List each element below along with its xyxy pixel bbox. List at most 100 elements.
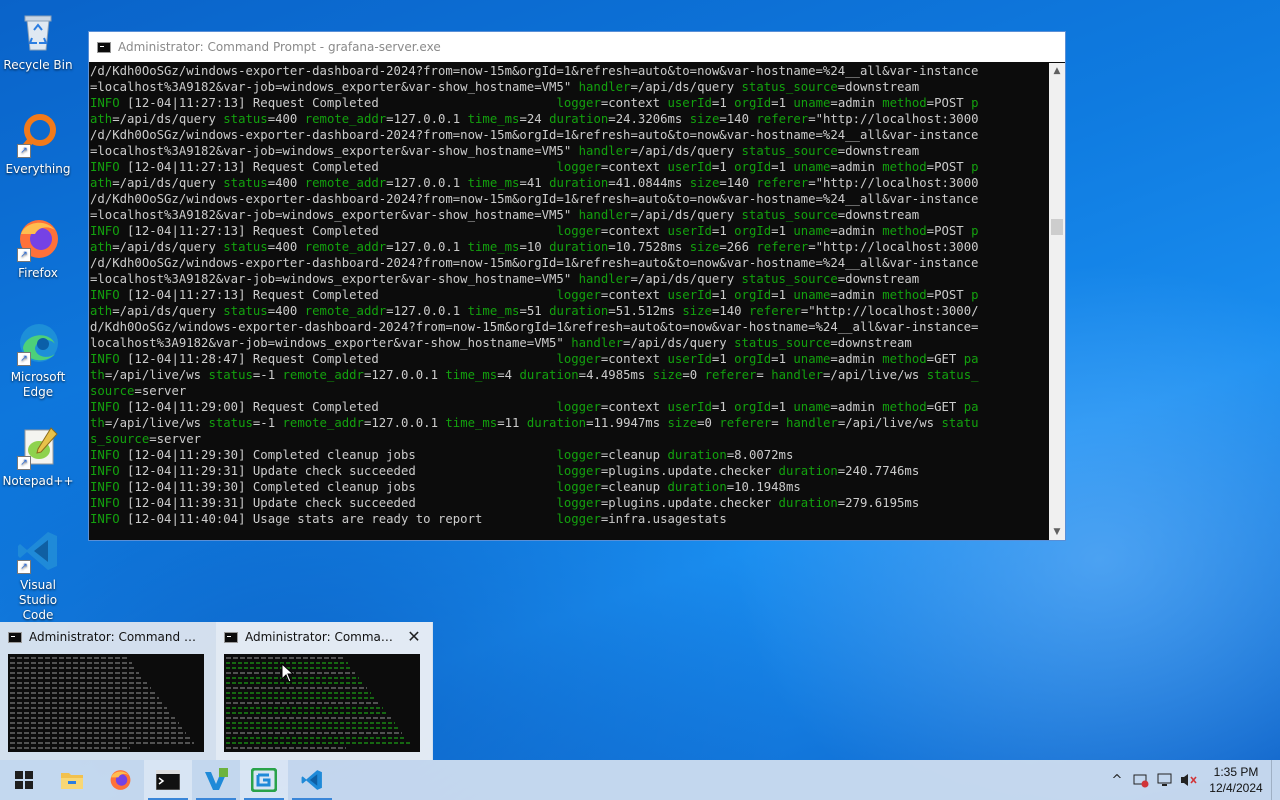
start-button[interactable] xyxy=(0,760,48,800)
console-text: =GET xyxy=(926,352,964,366)
taskbar-vs-installer[interactable] xyxy=(192,760,240,800)
taskbar-grafana[interactable] xyxy=(240,760,288,800)
console-text: th xyxy=(90,416,105,430)
console-text: =11 xyxy=(497,416,527,430)
vscode-icon xyxy=(301,770,322,790)
console-text: handler xyxy=(578,272,631,286)
console-text: =1 xyxy=(771,96,794,110)
desktop-icon-microsoft-edge[interactable]: ↗ Microsoft Edge xyxy=(0,320,76,400)
console-line: =localhost%3A9182&var-job=windows_export… xyxy=(90,271,1051,287)
thumbnail-card-2[interactable]: Administrator: Comman... ✕ xyxy=(216,622,432,760)
desktop-icon-label: Microsoft Edge xyxy=(10,370,66,399)
console-text: =/api/ds/query xyxy=(630,272,742,286)
taskbar-clock[interactable]: 1:35 PM 12/4/2024 xyxy=(1201,764,1271,796)
network-icon[interactable] xyxy=(1153,760,1177,800)
console-text: =downstream xyxy=(837,80,920,94)
window-titlebar[interactable]: Administrator: Command Prompt - grafana-… xyxy=(89,32,1065,62)
console-text: status xyxy=(223,304,268,318)
thumbnail-preview-line xyxy=(10,712,171,714)
console-text: p xyxy=(971,96,979,110)
console-text: handler xyxy=(786,416,838,430)
console-text: [12-04|11:39:31] Update check succeeded xyxy=(119,496,557,510)
speaker-muted-icon[interactable] xyxy=(1177,760,1201,800)
console-text: =context xyxy=(600,352,668,366)
close-icon[interactable]: ✕ xyxy=(402,625,426,649)
desktop-icon-vscode[interactable]: ↗ Visual Studio Code xyxy=(0,528,76,623)
console-line: /d/Kdh0OoSGz/windows-exporter-dashboard-… xyxy=(90,63,1051,79)
console-text: referer xyxy=(719,416,772,430)
console-text: uname xyxy=(793,288,831,302)
console-text: p xyxy=(971,224,979,238)
console-text: /d/Kdh0OoSGz/windows-exporter-dashboard-… xyxy=(90,128,979,142)
console-text: statu xyxy=(941,416,979,430)
console-text: size xyxy=(652,368,683,382)
thumbnail-preview-line xyxy=(10,662,132,664)
thumbnail-preview-line xyxy=(10,657,128,659)
scroll-thumb[interactable] xyxy=(1051,219,1063,235)
console-text: duration xyxy=(778,464,838,478)
vs-installer-icon xyxy=(205,768,228,790)
thumbnail-preview-line xyxy=(10,667,136,669)
console-text: userId xyxy=(667,224,712,238)
console-text: INFO xyxy=(90,160,120,174)
thumbnail-preview-line xyxy=(10,682,148,684)
console-text: status xyxy=(208,368,253,382)
console-text: /d/Kdh0OoSGz/windows-exporter-dashboard-… xyxy=(90,256,979,270)
taskbar-vscode[interactable] xyxy=(288,760,336,800)
desktop-icon-recycle-bin[interactable]: Recycle Bin xyxy=(0,8,76,73)
console-text: logger xyxy=(556,288,601,302)
desktop-icon-notepadpp[interactable]: ↗ Notepad++ xyxy=(0,424,76,489)
thumbnail-preview[interactable] xyxy=(224,654,420,752)
thumbnail-card-1[interactable]: Administrator: Command Pro... xyxy=(0,622,216,760)
scroll-down-button[interactable]: ▼ xyxy=(1049,524,1065,540)
console-line: INFO [12-04|11:39:30] Completed cleanup … xyxy=(90,479,1051,495)
console-text: =-1 xyxy=(252,416,283,430)
thumbnail-preview-line xyxy=(226,697,375,699)
console-text: duration xyxy=(778,496,838,510)
console-text: time_ms xyxy=(467,112,520,126)
taskbar-file-explorer[interactable] xyxy=(48,760,96,800)
console-text: orgId xyxy=(734,96,772,110)
console-text: =1 xyxy=(711,224,735,238)
console-text: =127.0.0.1 xyxy=(386,304,468,318)
desktop-icon-everything[interactable]: ↗ Everything xyxy=(0,112,76,177)
console-text: remote_addr xyxy=(304,112,387,126)
thumbnail-preview-line xyxy=(226,707,383,709)
console-text: =140 xyxy=(711,304,749,318)
console-text: remote_addr xyxy=(304,176,387,190)
console-text: [12-04|11:27:13] Request Completed xyxy=(119,96,557,110)
console-text: =1 xyxy=(771,400,794,414)
console-text: =/api/live/ws xyxy=(104,416,209,430)
console-line: /d/Kdh0OoSGz/windows-exporter-dashboard-… xyxy=(90,255,1051,271)
taskbar-command-prompt[interactable] xyxy=(144,760,192,800)
console-text: =24 xyxy=(519,112,550,126)
console-line: localhost%3A9182&var-job=windows_exporte… xyxy=(90,335,1051,351)
taskbar-firefox[interactable] xyxy=(96,760,144,800)
console-text: handler xyxy=(571,336,624,350)
console-text: =140 xyxy=(719,112,757,126)
console-line: =localhost%3A9182&var-job=windows_export… xyxy=(90,143,1051,159)
desktop-icon-firefox[interactable]: ↗ Firefox xyxy=(0,216,76,281)
console-text: =admin xyxy=(830,224,883,238)
vertical-scrollbar[interactable]: ▲ ▼ xyxy=(1049,63,1065,540)
scroll-up-button[interactable]: ▲ xyxy=(1049,63,1065,79)
console-line: ath=/api/ds/query status=400 remote_addr… xyxy=(90,239,1051,255)
show-desktop-button[interactable] xyxy=(1271,760,1280,800)
show-hidden-icons-chevron-icon[interactable]: ^ xyxy=(1105,760,1129,800)
console-text: handler xyxy=(578,208,631,222)
console-text: status_source xyxy=(734,336,831,350)
console-text: =downstream xyxy=(837,208,920,222)
console-line: =localhost%3A9182&var-job=windows_export… xyxy=(90,207,1051,223)
desktop-icon-label: Everything xyxy=(5,162,71,176)
console-text: size xyxy=(667,416,698,430)
network-warning-icon[interactable] xyxy=(1129,760,1153,800)
console-text: orgId xyxy=(734,288,772,302)
thumbnail-title: Administrator: Comman... xyxy=(245,630,395,644)
console-text: duration xyxy=(667,448,727,462)
thumbnail-preview[interactable] xyxy=(8,654,204,752)
console-line: INFO [12-04|11:27:13] Request Completed … xyxy=(90,159,1051,175)
thumbnail-preview-line xyxy=(226,742,411,744)
console-text: =8.0072ms xyxy=(726,448,794,462)
console-output[interactable]: /d/Kdh0OoSGz/windows-exporter-dashboard-… xyxy=(89,63,1051,540)
command-prompt-window[interactable]: Administrator: Command Prompt - grafana-… xyxy=(88,31,1066,541)
